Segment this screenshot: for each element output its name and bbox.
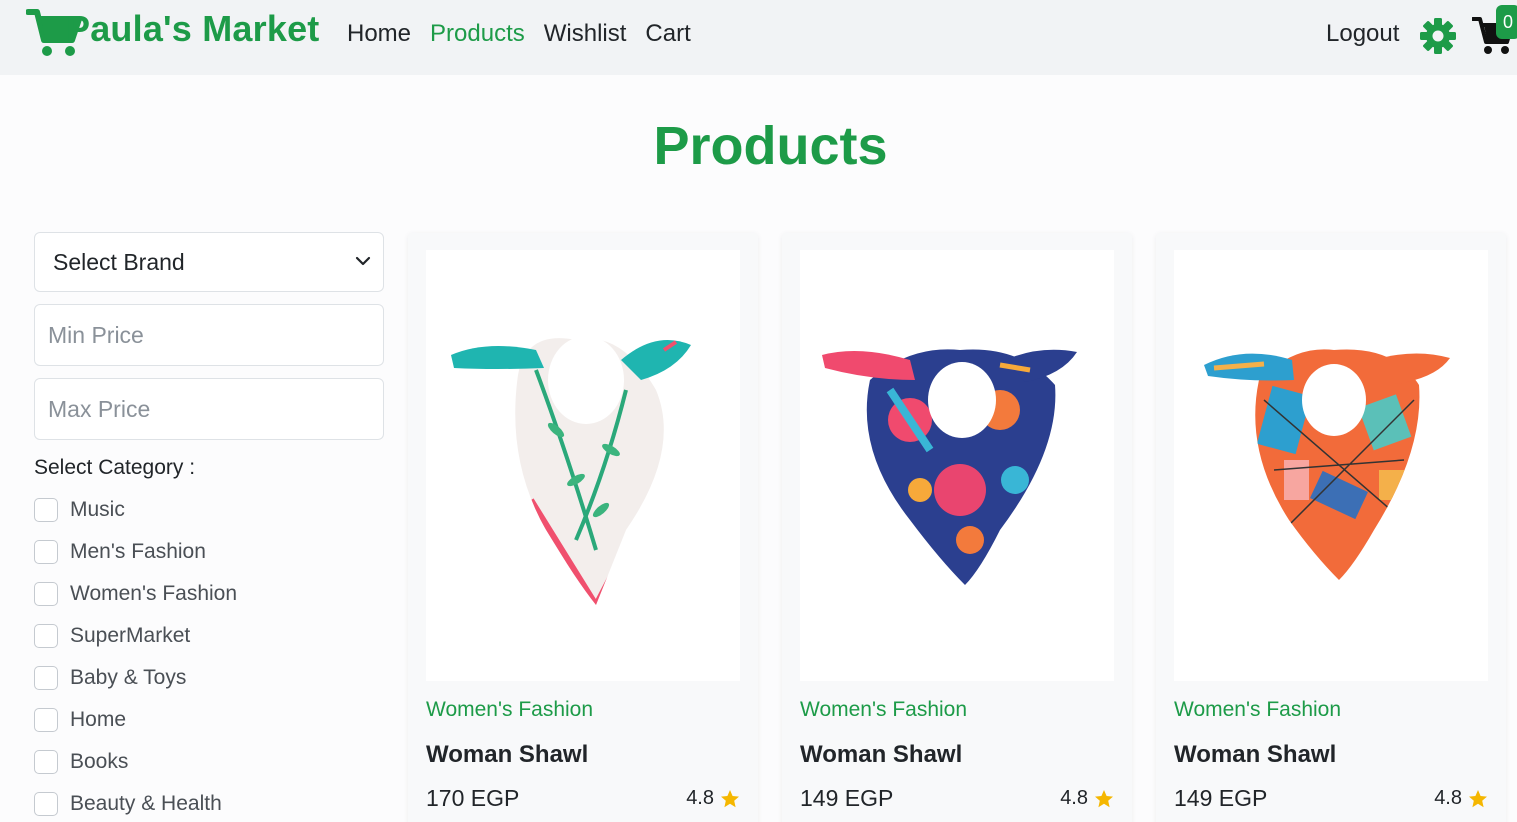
nav-links: Home Products Wishlist Cart <box>347 20 691 48</box>
product-image[interactable] <box>426 250 740 681</box>
product-category: Women's Fashion <box>1174 698 1342 721</box>
logout-link[interactable]: Logout <box>1326 20 1399 48</box>
product-rating: 4.8 <box>1060 787 1114 810</box>
product-title: Woman Shawl <box>800 741 963 768</box>
product-card[interactable]: Women's Fashion Woman Shawl 149 EGP 4.8 <box>782 233 1132 822</box>
nav-link-home[interactable]: Home <box>347 20 411 48</box>
checkbox[interactable] <box>34 498 58 522</box>
category-checkbox-supermarket[interactable]: SuperMarket <box>34 622 190 650</box>
checkbox[interactable] <box>34 624 58 648</box>
checkbox[interactable] <box>34 750 58 774</box>
category-checkbox-baby-toys[interactable]: Baby & Toys <box>34 664 186 692</box>
min-price-input[interactable] <box>34 304 384 366</box>
product-image[interactable] <box>1174 250 1488 681</box>
category-checkbox-womens-fashion[interactable]: Women's Fashion <box>34 580 237 608</box>
category-name: SuperMarket <box>70 624 191 647</box>
product-category: Women's Fashion <box>800 698 968 721</box>
chevron-down-icon <box>355 256 371 266</box>
nav-link-products[interactable]: Products <box>430 20 525 48</box>
product-price: 149 EGP <box>1174 785 1268 811</box>
category-checkbox-beauty-health[interactable]: Beauty & Health <box>34 790 222 818</box>
star-icon <box>721 789 739 807</box>
product-rating: 4.8 <box>686 787 740 810</box>
product-card[interactable]: Women's Fashion Woman Shawl 170 EGP 4.8 <box>408 233 758 822</box>
rating-value: 4.8 <box>1060 787 1088 809</box>
product-rating: 4.8 <box>1434 787 1488 810</box>
scarf-image-icon <box>822 349 1077 585</box>
category-label: Select Category : <box>34 456 196 479</box>
category-name: Men's Fashion <box>70 540 206 563</box>
category-name: Women's Fashion <box>70 582 238 605</box>
navbar: Paula's Market Home Products Wishlist Ca… <box>0 0 1517 75</box>
star-icon <box>1095 789 1113 807</box>
category-name: Books <box>70 750 129 773</box>
product-category: Women's Fashion <box>426 698 594 721</box>
brand-name[interactable]: Paula's Market <box>66 8 319 50</box>
category-checkbox-mens-fashion[interactable]: Men's Fashion <box>34 538 206 566</box>
page-title: Products <box>653 116 888 176</box>
brand-select-value: Select Brand <box>53 248 185 275</box>
category-name: Music <box>70 498 125 521</box>
category-checkbox-home[interactable]: Home <box>34 706 126 734</box>
category-name: Beauty & Health <box>70 792 222 815</box>
checkbox[interactable] <box>34 666 58 690</box>
category-name: Home <box>70 708 127 731</box>
product-title: Woman Shawl <box>426 741 589 768</box>
checkbox[interactable] <box>34 708 58 732</box>
product-image[interactable] <box>800 250 1114 681</box>
gear-icon[interactable] <box>1419 17 1457 60</box>
rating-value: 4.8 <box>1434 787 1462 809</box>
checkbox[interactable] <box>34 582 58 606</box>
category-checkbox-music[interactable]: Music <box>34 496 125 524</box>
brand-select[interactable]: Select Brand <box>34 232 384 292</box>
nav-link-wishlist[interactable]: Wishlist <box>544 20 627 48</box>
scarf-image-icon <box>451 336 691 605</box>
product-price: 149 EGP <box>800 785 894 811</box>
product-title: Woman Shawl <box>1174 741 1337 768</box>
nav-link-cart[interactable]: Cart <box>645 20 690 48</box>
product-card[interactable]: Women's Fashion Woman Shawl 149 EGP 4.8 <box>1156 233 1506 822</box>
checkbox[interactable] <box>34 540 58 564</box>
scarf-image-icon <box>1204 349 1450 580</box>
max-price-input[interactable] <box>34 378 384 440</box>
category-checkbox-books[interactable]: Books <box>34 748 128 776</box>
rating-value: 4.8 <box>686 787 714 809</box>
checkbox[interactable] <box>34 792 58 816</box>
cart-count-badge: 0 <box>1496 5 1517 39</box>
star-icon <box>1469 789 1487 807</box>
product-price: 170 EGP <box>426 785 520 811</box>
category-name: Baby & Toys <box>70 666 187 689</box>
